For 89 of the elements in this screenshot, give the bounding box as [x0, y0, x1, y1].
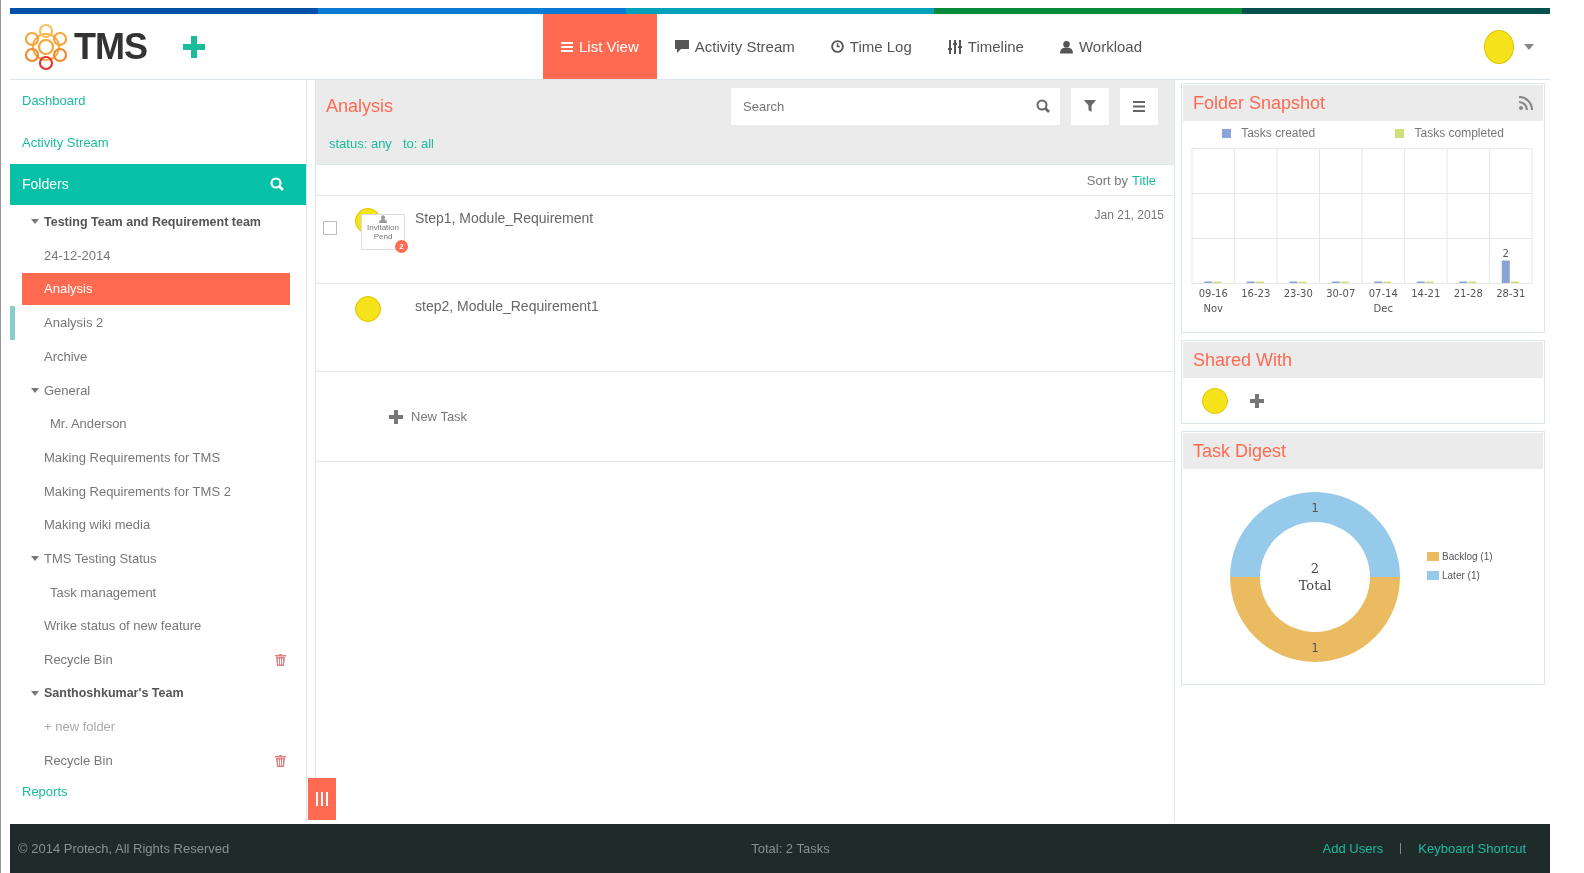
sliders-icon — [947, 39, 962, 54]
collapse-button[interactable] — [308, 778, 336, 820]
task-checkbox[interactable] — [323, 221, 337, 235]
legend-label: Backlog (1) — [1442, 551, 1493, 562]
menu-button[interactable] — [1120, 87, 1158, 125]
task-date: Jan 21, 2015 — [1094, 208, 1164, 222]
search-icon[interactable] — [1036, 98, 1050, 113]
comment-icon — [674, 40, 689, 53]
total-value: 2 — [1310, 561, 1320, 576]
folder-item[interactable]: Making Requirements for TMS — [10, 441, 290, 474]
filter-button[interactable] — [1071, 87, 1109, 125]
copyright-text: © 2014 Protech, All Rights Reserved — [18, 841, 230, 856]
trash-icon[interactable] — [275, 754, 286, 767]
nav-tab[interactable]: List View — [543, 14, 657, 79]
user-icon — [1059, 39, 1073, 54]
axis-label: 23-30 — [1283, 288, 1313, 299]
clock-icon — [830, 40, 844, 53]
menu-icon — [1133, 100, 1145, 112]
nav-tab[interactable]: Time Log — [812, 14, 930, 79]
folder-item[interactable]: Making Requirements for TMS 2 — [10, 475, 290, 508]
axis-label: 16-23 — [1241, 288, 1271, 299]
task-title[interactable]: Step1, Module_Requirement — [415, 210, 594, 226]
task-total: Total: 2 Tasks — [751, 841, 830, 856]
folder-item[interactable]: Testing Team and Requirement team — [10, 205, 290, 238]
task-title[interactable]: step2, Module_Requirement1 — [415, 298, 599, 314]
legend-label: Tasks completed — [1414, 126, 1504, 140]
folder-item[interactable]: Making wiki media — [10, 508, 290, 541]
slice-label: 1 — [1311, 501, 1319, 515]
add-member-icon[interactable] — [1250, 394, 1264, 408]
folder-item[interactable]: Archive — [10, 340, 290, 373]
list-icon — [561, 40, 573, 53]
axis-label: 14-21 — [1411, 288, 1441, 299]
axis-label: 09-16 — [1198, 288, 1228, 299]
sort-link[interactable]: Title — [1131, 172, 1156, 188]
month-label: Nov — [1203, 303, 1223, 314]
card-title: Shared With — [1193, 349, 1293, 371]
folder-item[interactable]: Analysis 2 — [10, 305, 290, 340]
expand-caret-icon[interactable] — [31, 690, 39, 696]
legend-label: Tasks created — [1241, 126, 1316, 140]
value-label: 2 — [1502, 247, 1509, 259]
folder-title: Analysis — [326, 95, 394, 117]
footer-link[interactable]: Add Users — [1322, 841, 1384, 856]
trash-icon[interactable] — [275, 653, 286, 666]
sidebar-link[interactable]: Reports — [10, 777, 306, 806]
card-title: Task Digest — [1193, 440, 1287, 462]
axis-label: 30-07 — [1326, 288, 1356, 299]
folder-item[interactable]: Recycle Bin — [10, 643, 290, 676]
columns-icon — [316, 792, 328, 806]
sort-label: Sort by — [1086, 172, 1128, 188]
expand-caret-icon[interactable] — [31, 219, 39, 225]
plus-icon — [389, 409, 403, 424]
folder-item[interactable]: TMS Testing Status — [10, 542, 290, 575]
rss-icon[interactable] — [1519, 96, 1533, 110]
folder-item[interactable]: + new folder — [10, 710, 290, 743]
folder-item[interactable]: Santhoshkumar's Team — [10, 677, 290, 710]
slice-label: 1 — [1311, 641, 1319, 655]
axis-label: 07-14 — [1368, 288, 1398, 299]
invitation-text: Invitation Pend — [366, 223, 400, 241]
add-icon[interactable] — [183, 35, 205, 58]
folder-item[interactable]: Wrike status of new feature — [10, 609, 290, 642]
expand-caret-icon[interactable] — [31, 556, 39, 561]
search-field[interactable]: Search — [731, 87, 1060, 125]
card-title: Folder Snapshot — [1193, 92, 1326, 114]
expand-caret-icon[interactable] — [31, 387, 39, 393]
new-task-button[interactable]: New Task — [383, 408, 474, 425]
sidebar-link[interactable]: Dashboard — [10, 80, 306, 122]
person-icon — [379, 215, 387, 223]
total-label: Total — [1298, 578, 1332, 593]
folders-title: Folders — [22, 176, 69, 193]
folder-item[interactable]: Mr. Anderson — [10, 407, 290, 440]
nav-tab[interactable]: Activity Stream — [656, 14, 813, 79]
caret-icon[interactable] — [1524, 43, 1534, 50]
assignee-avatar — [355, 296, 381, 322]
axis-label: 28-31 — [1496, 288, 1526, 299]
folder-item[interactable]: Recycle Bin — [10, 744, 290, 777]
footer-link[interactable]: Keyboard Shortcut — [1418, 841, 1526, 856]
axis-label: 21-28 — [1453, 288, 1483, 299]
nav-tab[interactable]: Timeline — [929, 14, 1042, 79]
sidebar-link[interactable]: Activity Stream — [10, 121, 306, 164]
legend-label: Later (1) — [1442, 570, 1480, 581]
filter-icon — [1084, 100, 1096, 112]
logo-text: TMS — [74, 25, 147, 68]
month-label: Dec — [1373, 303, 1393, 314]
folder-item[interactable]: 24-12-2014 — [10, 239, 290, 272]
member-avatar — [1202, 388, 1228, 414]
nav-tab[interactable]: Workload — [1041, 14, 1160, 79]
count-badge: 2 — [395, 240, 408, 253]
folder-item[interactable]: General — [10, 374, 290, 407]
folder-item[interactable]: Task management — [10, 576, 290, 609]
